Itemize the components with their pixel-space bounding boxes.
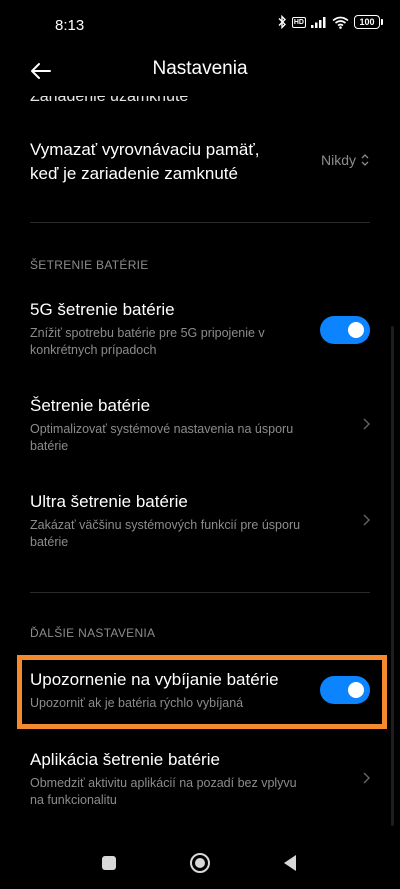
battery-saver-sub-line2: batérie: [30, 439, 69, 453]
5g-battery-saver-sub-line1: Znížiť spotrebu batérie pre 5G pripojeni…: [30, 326, 265, 340]
battery-icon: 100: [354, 15, 383, 29]
chevron-right-icon: [363, 418, 370, 430]
toggle-knob: [348, 322, 364, 338]
clear-cache-value[interactable]: Nikdy: [321, 152, 370, 168]
battery-saver-sub-line1: Optimalizovať systémové nastavenia na ús…: [30, 422, 294, 436]
home-circle-icon[interactable]: [189, 852, 211, 874]
status-icons: HD 100: [278, 15, 383, 29]
battery-saver-apps-sub-line1: Obmedziť aktivitu aplikácií na pozadí be…: [30, 776, 297, 790]
battery-saver-apps-sub-line2: na funkcionalitu: [30, 793, 117, 807]
volte-badge-icon: HD: [291, 16, 306, 28]
clear-cache-title-line1: Vymazať vyrovnávaciu pamäť,: [30, 140, 260, 159]
clear-cache-item[interactable]: Vymazať vyrovnávaciu pamäť, keď je zaria…: [0, 136, 400, 196]
5g-battery-saver-item[interactable]: 5G šetrenie batérie Znížiť spotrebu baté…: [0, 298, 400, 362]
5g-battery-saver-toggle[interactable]: [320, 316, 370, 344]
clear-cache-value-text: Nikdy: [320, 152, 356, 168]
scrollbar[interactable]: [391, 326, 394, 826]
wifi-icon: [332, 16, 349, 29]
battery-saver-item[interactable]: Šetrenie batérie Optimalizovať systémové…: [0, 394, 400, 458]
5g-battery-saver-title: 5G šetrenie batérie: [30, 300, 175, 319]
chevron-right-icon: [363, 772, 370, 784]
back-triangle-icon[interactable]: [280, 852, 302, 874]
up-down-chevron-icon: [361, 154, 369, 166]
divider: [30, 222, 370, 223]
ultra-battery-saver-item[interactable]: Ultra šetrenie batérie Zakázať väčšinu s…: [0, 490, 400, 554]
highlight-box: [17, 655, 387, 729]
battery-section-header: ŠETRENIE BATÉRIE: [30, 258, 149, 272]
bluetooth-icon: [278, 15, 286, 29]
chevron-right-icon: [363, 514, 370, 526]
status-bar: 8:13 HD 100: [0, 0, 400, 48]
ultra-battery-saver-title: Ultra šetrenie batérie: [30, 492, 188, 511]
ultra-battery-saver-sub-line2: batérie: [30, 535, 69, 549]
navigation-bar: [0, 836, 400, 889]
cut-off-item-title: Zariadenie uzamknuté: [30, 96, 189, 105]
divider: [30, 592, 370, 593]
more-settings-section-header: ĎALŠIE NASTAVENIA: [30, 626, 156, 640]
signal-icon: [311, 17, 326, 28]
battery-saver-apps-item[interactable]: Aplikácia šetrenie batérie Obmedziť akti…: [0, 748, 400, 812]
battery-level: 100: [359, 17, 375, 27]
recents-square-icon[interactable]: [98, 852, 120, 874]
clear-cache-title-line2: keď je zariadenie zamknuté: [30, 164, 238, 183]
5g-battery-saver-sub-line2: konkrétnych prípadoch: [30, 343, 157, 357]
status-time: 8:13: [55, 17, 85, 34]
battery-saver-title: Šetrenie batérie: [30, 396, 151, 415]
header: Nastavenia: [0, 48, 400, 96]
ultra-battery-saver-sub-line1: Zakázať väčšinu systémových funkcií pre …: [30, 518, 301, 532]
battery-saver-apps-title: Aplikácia šetrenie batérie: [30, 750, 220, 769]
page-title: Nastavenia: [152, 58, 248, 79]
settings-list: Zariadenie uzamknuté Vymazať vyrovnávaci…: [0, 96, 400, 836]
